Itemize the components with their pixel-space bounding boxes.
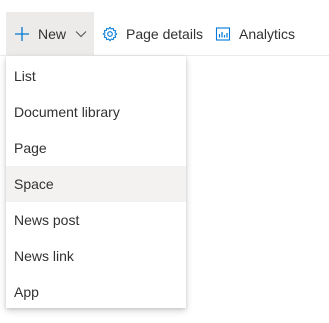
new-button-label: New (38, 26, 67, 42)
menu-item-news-post[interactable]: News post (6, 202, 186, 238)
new-button[interactable]: New (6, 12, 94, 56)
menu-item-space[interactable]: Space (6, 166, 186, 202)
analytics-button[interactable]: Analytics (215, 12, 295, 56)
page-details-label: Page details (126, 26, 204, 42)
command-bar: New Page details Analytics (0, 0, 329, 56)
new-dropdown-menu: List Document library Page Space News po… (6, 56, 186, 308)
plus-icon (14, 26, 30, 42)
menu-item-news-link[interactable]: News link (6, 238, 186, 274)
analytics-label: Analytics (239, 26, 296, 42)
gear-icon (102, 26, 118, 42)
menu-item-list[interactable]: List (6, 58, 186, 94)
page-details-button[interactable]: Page details (102, 12, 203, 56)
menu-item-app[interactable]: App (6, 274, 186, 310)
menu-item-page[interactable]: Page (6, 130, 186, 166)
page: New Page details Analytics List Document… (0, 0, 329, 323)
analytics-icon (215, 26, 231, 42)
menu-item-document-library[interactable]: Document library (6, 94, 186, 130)
chevron-down-icon (74, 27, 88, 41)
